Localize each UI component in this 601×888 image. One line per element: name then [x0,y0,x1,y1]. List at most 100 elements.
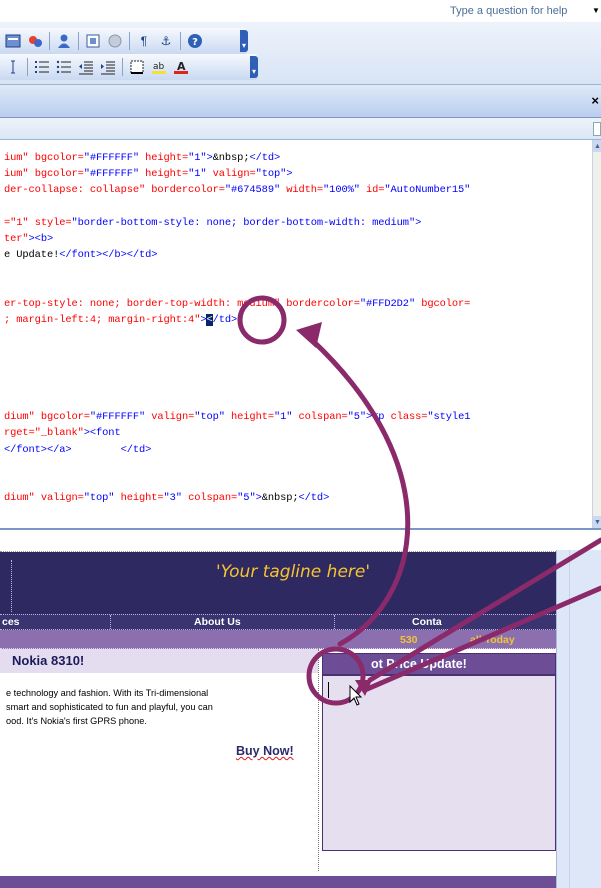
footer-bar [0,876,556,888]
highlight-icon[interactable]: ab [150,58,168,76]
code-line[interactable]: ter"><b> [4,233,53,245]
code-token: &nbsp; [261,492,299,505]
help-search-input[interactable]: Type a question for help [446,3,590,19]
nav-item-services[interactable]: ces [2,616,20,628]
code-line[interactable]: er-top-style: none; border-top-width: me… [4,298,470,310]
toolbar-divider [49,32,50,50]
code-token: height= [120,492,164,505]
code-token: "100%" [323,184,366,197]
pane-checkbox[interactable] [593,122,601,136]
code-token: "1" [273,411,299,424]
design-top-row [0,530,556,552]
code-token: valign= [40,492,84,505]
decrease-indent-icon[interactable] [77,58,95,76]
code-line[interactable]: dium" valign="top" height="3" colspan="5… [4,492,329,504]
numbering-icon[interactable] [33,58,51,76]
text-caret [328,682,329,698]
border-icon[interactable] [128,58,146,76]
toolbar-options-grip[interactable]: ▾ [250,56,258,78]
toolbar-options-grip[interactable]: ▾ [240,30,248,52]
code-token: valign= [212,168,256,181]
format-icon[interactable] [4,32,22,50]
toolbar-divider [27,58,28,76]
description-line: e technology and fashion. With its Tri-d… [6,688,209,698]
code-line[interactable]: e Update!</font></b></td> [4,249,157,261]
code-line[interactable]: der-collapse: collapse" bordercolor="#67… [4,184,470,196]
bullets-icon[interactable] [55,58,73,76]
product-title-bar: Nokia 8310! [0,649,318,673]
help-dropdown-arrow-icon[interactable]: ▼ [591,3,601,19]
code-token: er-top-style: none; border-top-width: me… [4,297,287,310]
product-description: e technology and fashion. With its Tri-d… [6,686,306,728]
price-update-title: ot Price Update! [371,657,467,671]
code-token: width= [286,184,324,197]
help-icon[interactable]: ? [186,32,204,50]
anchor-icon[interactable]: ⚓ [157,32,175,50]
design-view[interactable]: 'Your tagline here' ces About Us Conta 5… [0,528,601,888]
code-line[interactable]: </font></a> </td> [4,444,151,456]
code-token: e Update! [4,249,60,262]
circle-icon[interactable] [106,32,124,50]
code-line[interactable]: rget="_blank"><font [4,427,121,439]
code-token: "top" [194,411,232,424]
pilcrow-icon[interactable]: ¶ [135,32,153,50]
buy-now-link[interactable]: Buy Now! [236,744,294,758]
toolbar-row-paragraph: ab A ▾ [0,54,258,80]
code-token: /td> [212,314,238,326]
banner: 'Your tagline here' [0,552,556,614]
toolbar-divider [129,32,130,50]
code-line[interactable]: ="1" style="border-bottom-style: none; b… [4,217,421,229]
code-token: "3" [163,492,189,505]
code-token: id= [366,184,385,197]
nav-item-contact[interactable]: Conta [412,616,442,628]
code-token: ter" [4,233,29,245]
code-token: "border-bottom-style: none; border-botto… [71,216,422,229]
code-token: class= [390,411,428,424]
code-token: "#FFFFFF" [83,168,146,181]
user-icon[interactable] [55,32,73,50]
code-vertical-scrollbar[interactable]: ▲ ▼ [592,140,601,528]
code-token: height= [231,411,274,424]
code-token: </td> [298,492,330,505]
font-color-icon[interactable]: A [172,58,190,76]
code-token: "#FFD2D2" [359,297,422,310]
code-token: bgcolor= [34,168,84,181]
svg-text:ab: ab [153,62,165,72]
description-line: smart and sophisticated to fun and playf… [6,702,213,712]
code-line[interactable]: ; margin-left:4; margin-right:4"></td> [4,314,237,326]
cursor-icon[interactable] [4,58,22,76]
nav-item-about-us[interactable]: About Us [194,616,241,628]
scroll-down-icon[interactable]: ▼ [593,516,601,528]
code-line[interactable]: ium" bgcolor="#FFFFFF" height="1">&nbsp;… [4,152,280,164]
tagline: 'Your tagline here' [215,562,371,582]
toolbar-row-formatting: ¶ ⚓ ? ▾ [0,28,248,54]
code-token: colspan= [298,411,348,424]
code-token: "1" [188,152,207,164]
code-token: dium" [4,492,41,505]
column-divider [318,649,319,871]
code-token: </font></b></td> [59,249,158,262]
increase-indent-icon[interactable] [99,58,117,76]
code-line[interactable]: ium" bgcolor="#FFFFFF" height="1" valign… [4,168,293,181]
phone-strip: 530 all Today [0,630,556,649]
code-token: bordercolor= [286,297,360,310]
side-panel-line [569,550,570,888]
spellcheck-icon[interactable] [26,32,44,50]
code-token: "AutoNumber15" [384,184,471,197]
nav-bar: ces About Us Conta [0,614,556,631]
code-token: der-collapse: collapse" [4,184,152,197]
code-token: &nbsp; [212,152,250,164]
price-update-cell[interactable] [322,675,556,851]
toolbar-divider [122,58,123,76]
table-icon[interactable] [84,32,102,50]
code-token: height= [145,152,189,164]
code-view[interactable]: ium" bgcolor="#FFFFFF" height="1">&nbsp;… [0,140,592,528]
scroll-up-icon[interactable]: ▲ [593,140,601,152]
code-token: ><b> [28,233,54,245]
close-pane-icon[interactable]: × [591,93,599,108]
code-token: "#FFFFFF" [83,152,146,164]
code-line[interactable]: dium" bgcolor="#FFFFFF" valign="top" hei… [4,411,470,423]
code-token: bgcolor= [34,152,84,164]
description-line: ood. It's Nokia's first GPRS phone. [6,716,147,726]
call-today: all Today [470,634,515,646]
